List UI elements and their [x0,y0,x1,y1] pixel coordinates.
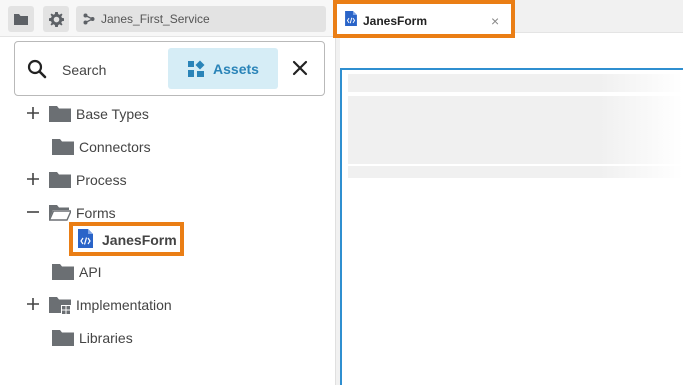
service-selector[interactable]: Janes_First_Service [76,6,326,32]
minus-icon[interactable] [26,205,40,219]
tree-item-label: Implementation [76,297,172,313]
sidebar-toolbar: Janes_First_Service [0,0,335,37]
form-editor-canvas[interactable] [340,68,683,385]
search-icon [27,59,47,79]
tree-item-implementation[interactable]: Implementation [0,291,330,317]
canvas-row [348,74,683,92]
canvas-row [348,96,683,164]
close-icon[interactable] [291,59,309,77]
tree-item-label: Process [76,172,127,188]
tree-item-janesform[interactable]: JanesForm [69,222,184,256]
folder-icon [14,13,28,25]
search-input[interactable]: Search [62,62,106,78]
tree-item-label: Connectors [79,139,151,155]
folder-icon [52,139,74,155]
settings-button[interactable] [43,6,69,32]
folder-icon [52,330,74,346]
folder-icon [49,106,71,122]
tree-item-label: Base Types [76,106,149,122]
tree-item-libraries[interactable]: Libraries [0,324,330,350]
folder-open-icon [49,205,71,221]
tree-item-label: Forms [76,205,116,221]
tab-janesform[interactable]: JanesForm × [333,0,515,38]
close-icon[interactable]: × [491,13,499,29]
folder-button[interactable] [8,6,34,32]
tab-label: JanesForm [363,14,428,28]
canvas-row [348,166,683,178]
form-file-icon [345,11,357,26]
service-icon [83,13,95,25]
form-file-icon [78,229,93,248]
tree-item-label: API [79,264,102,280]
assets-label: Assets [213,60,259,77]
implementation-folder-icon [49,297,71,315]
folder-icon [49,172,71,188]
gear-icon [48,11,64,27]
service-name: Janes_First_Service [101,12,210,26]
folder-icon [52,264,74,280]
tree-item-api[interactable]: API [0,258,330,284]
sidebar: Janes_First_Service Search Assets Base T… [0,0,335,385]
plus-icon[interactable] [26,172,40,186]
plus-icon[interactable] [26,106,40,120]
tree-item-label: Libraries [79,330,133,346]
assets-button[interactable]: Assets [168,48,278,89]
assets-icon [188,60,205,77]
tree-item-label: JanesForm [102,232,177,248]
tree-item-base-types[interactable]: Base Types [0,100,330,126]
tree-item-connectors[interactable]: Connectors [0,133,330,159]
plus-icon[interactable] [26,297,40,311]
search-bar[interactable]: Search Assets [14,41,325,96]
tree-item-process[interactable]: Process [0,166,330,192]
